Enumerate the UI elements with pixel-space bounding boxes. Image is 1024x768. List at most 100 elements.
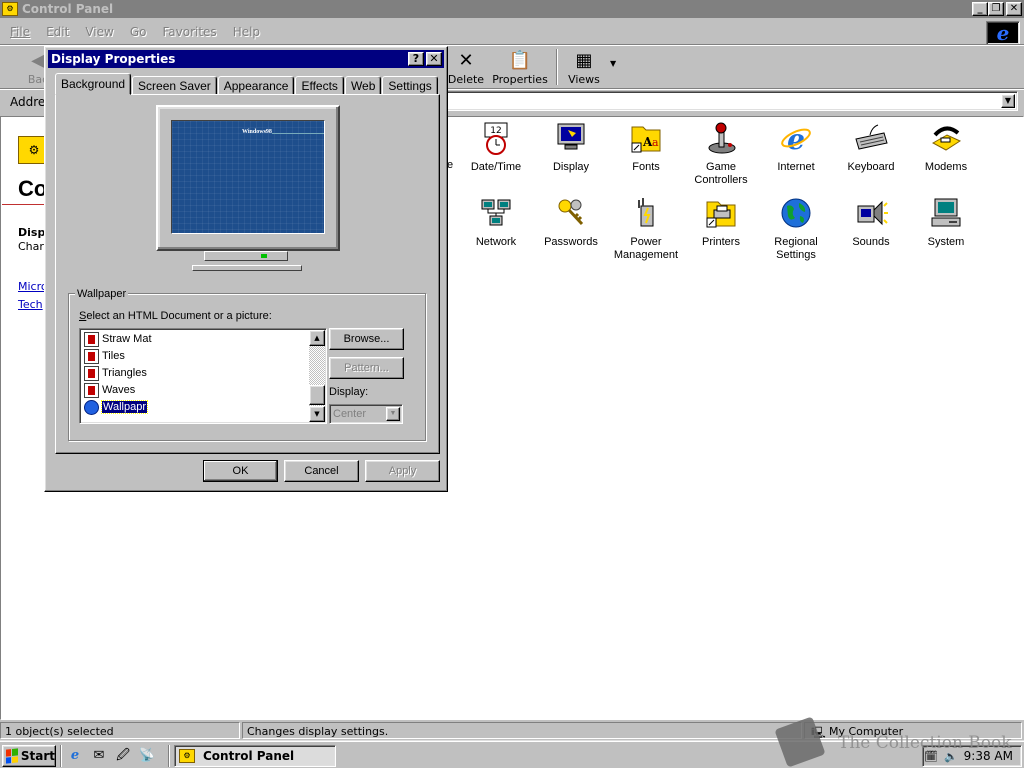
start-button[interactable]: Start bbox=[2, 745, 56, 767]
close-button[interactable]: ✕ bbox=[1006, 2, 1022, 16]
display-mode-label: Display: bbox=[329, 386, 369, 398]
cp-item-modems[interactable]: Modems bbox=[908, 121, 984, 174]
help-button[interactable]: ? bbox=[408, 52, 424, 66]
network-icon bbox=[479, 196, 513, 230]
menu-bar: File Edit View Go Favorites Help bbox=[0, 20, 1024, 44]
taskbar-button-control-panel[interactable]: ⚙ Control Panel bbox=[174, 745, 336, 767]
cp-item-printers[interactable]: Printers bbox=[683, 196, 759, 249]
scroll-up-arrow-icon[interactable]: ▲ bbox=[309, 330, 325, 346]
computer-icon bbox=[929, 196, 963, 230]
address-dropdown-button[interactable]: ▼ bbox=[1001, 94, 1015, 108]
window-title: Control Panel bbox=[22, 2, 114, 16]
tab-effects[interactable]: Effects bbox=[295, 76, 344, 95]
menu-help[interactable]: Help bbox=[233, 25, 260, 39]
svg-text:a: a bbox=[652, 136, 659, 149]
cp-item-game-controllers[interactable]: Game Controllers bbox=[683, 121, 759, 187]
cp-item-keyboard[interactable]: Keyboard bbox=[833, 121, 909, 174]
tab-background[interactable]: Background bbox=[55, 73, 132, 95]
display-icon bbox=[554, 121, 588, 155]
list-item-selected[interactable]: Wallpapr bbox=[84, 399, 148, 415]
view-channels-icon[interactable]: 📡 bbox=[138, 747, 156, 765]
display-mode-dropdown-icon[interactable]: ▼ bbox=[386, 407, 400, 421]
show-desktop-icon[interactable]: 🖉 bbox=[114, 747, 132, 765]
cp-item-power-management[interactable]: Power Management bbox=[608, 196, 684, 262]
views-icon: ▦ bbox=[575, 50, 593, 71]
properties-button[interactable]: 📋 Properties bbox=[492, 49, 548, 86]
pane-heading: Co bbox=[18, 176, 48, 201]
ie-throbber-icon: e bbox=[986, 21, 1020, 45]
dialog-titlebar[interactable]: Display Properties ? ✕ bbox=[48, 50, 444, 68]
wallpaper-list-scrollbar[interactable]: ▲ ▼ bbox=[309, 330, 325, 422]
minimize-button[interactable]: _ bbox=[972, 2, 988, 16]
cp-item-display[interactable]: Display bbox=[533, 121, 609, 174]
menu-edit[interactable]: Edit bbox=[46, 25, 69, 39]
date-time-icon: 12 bbox=[479, 121, 513, 155]
display-mode-select[interactable]: Center ▼ bbox=[329, 404, 403, 424]
tab-screen-saver[interactable]: Screen Saver bbox=[132, 76, 217, 95]
list-item[interactable]: Straw Mat bbox=[84, 331, 152, 347]
cp-item-sounds[interactable]: Sounds bbox=[833, 196, 909, 249]
tab-web[interactable]: Web bbox=[344, 76, 382, 95]
bitmap-file-icon bbox=[84, 365, 99, 381]
tab-settings[interactable]: Settings bbox=[382, 76, 438, 95]
launch-outlook-icon[interactable]: ✉ bbox=[90, 747, 108, 765]
watermark-book-icon bbox=[774, 716, 826, 768]
views-dropdown-arrow-icon[interactable]: ▼ bbox=[610, 59, 616, 68]
cp-item-regional-settings[interactable]: Regional Settings bbox=[758, 196, 834, 262]
cp-item-passwords[interactable]: Passwords bbox=[533, 196, 609, 249]
control-panel-task-icon: ⚙ bbox=[179, 749, 195, 763]
technical-support-link[interactable]: Tech bbox=[18, 298, 43, 311]
list-item[interactable]: Triangles bbox=[84, 365, 147, 381]
pane-item-description: Char bbox=[18, 240, 44, 253]
monitor-stand bbox=[204, 251, 288, 261]
cp-item-system[interactable]: System bbox=[908, 196, 984, 249]
status-description: Changes display settings. bbox=[242, 722, 802, 739]
restore-button[interactable]: ❐ bbox=[988, 2, 1004, 16]
ok-button[interactable]: OK bbox=[203, 460, 278, 482]
control-panel-titlebar[interactable]: ⚙ Control Panel _ ❐ ✕ bbox=[0, 0, 1024, 18]
svg-text:e: e bbox=[787, 123, 805, 155]
address-field[interactable]: ▼ bbox=[440, 91, 1018, 111]
menu-favorites[interactable]: Favorites bbox=[162, 25, 216, 39]
background-tab-panel: Windows98 Wallpaper Select an HTML Docum… bbox=[55, 94, 440, 454]
monitor-base bbox=[192, 265, 302, 271]
cp-item-internet[interactable]: e Internet bbox=[758, 121, 834, 174]
watermark-text: The Collection Book bbox=[838, 733, 1012, 753]
back-arrow-icon: ◀ bbox=[31, 50, 45, 71]
cp-item-fonts[interactable]: Aa Fonts bbox=[608, 121, 684, 174]
menu-file[interactable]: File bbox=[10, 25, 30, 39]
bitmap-file-icon bbox=[84, 382, 99, 398]
wallpaper-group-label: Wallpaper bbox=[75, 288, 129, 300]
pattern-button[interactable]: Pattern... bbox=[329, 357, 404, 379]
launch-ie-icon[interactable]: e bbox=[66, 747, 84, 765]
wallpaper-list[interactable]: Straw Mat Tiles Triangles Waves Wallpapr bbox=[79, 328, 327, 424]
watermark: The Collection Book bbox=[774, 716, 1024, 768]
preview-logo-text: Windows98 bbox=[242, 129, 272, 135]
properties-icon: 📋 bbox=[508, 50, 532, 71]
list-item[interactable]: Tiles bbox=[84, 348, 125, 364]
joystick-icon bbox=[704, 121, 738, 155]
menu-view[interactable]: View bbox=[85, 25, 113, 39]
tab-strip: Background Screen Saver Appearance Effec… bbox=[55, 73, 439, 95]
views-button[interactable]: ▦ Views bbox=[556, 49, 612, 86]
tab-appearance[interactable]: Appearance bbox=[217, 76, 295, 95]
display-properties-dialog: Display Properties ? ✕ Background Screen… bbox=[44, 46, 448, 492]
dialog-title: Display Properties bbox=[51, 52, 176, 66]
scroll-thumb[interactable] bbox=[309, 385, 325, 405]
monitor-power-led bbox=[261, 254, 267, 258]
cancel-button[interactable]: Cancel bbox=[284, 460, 359, 482]
bitmap-file-icon bbox=[84, 331, 99, 347]
scroll-down-arrow-icon[interactable]: ▼ bbox=[309, 406, 325, 422]
control-panel-folder-icon: ⚙ bbox=[2, 2, 18, 16]
apply-button[interactable]: Apply bbox=[365, 460, 440, 482]
modem-icon bbox=[929, 121, 963, 155]
list-item[interactable]: Waves bbox=[84, 382, 135, 398]
power-icon bbox=[629, 196, 663, 230]
menu-go[interactable]: Go bbox=[130, 25, 147, 39]
cp-item-network[interactable]: Network bbox=[458, 196, 534, 249]
cp-item-date-time[interactable]: 12 Date/Time bbox=[458, 121, 534, 174]
browse-button[interactable]: Browse... bbox=[329, 328, 404, 350]
wallpaper-instruction: Select an HTML Document or a picture: bbox=[79, 310, 272, 322]
preview-decoration bbox=[272, 133, 324, 134]
dialog-close-button[interactable]: ✕ bbox=[426, 52, 442, 66]
